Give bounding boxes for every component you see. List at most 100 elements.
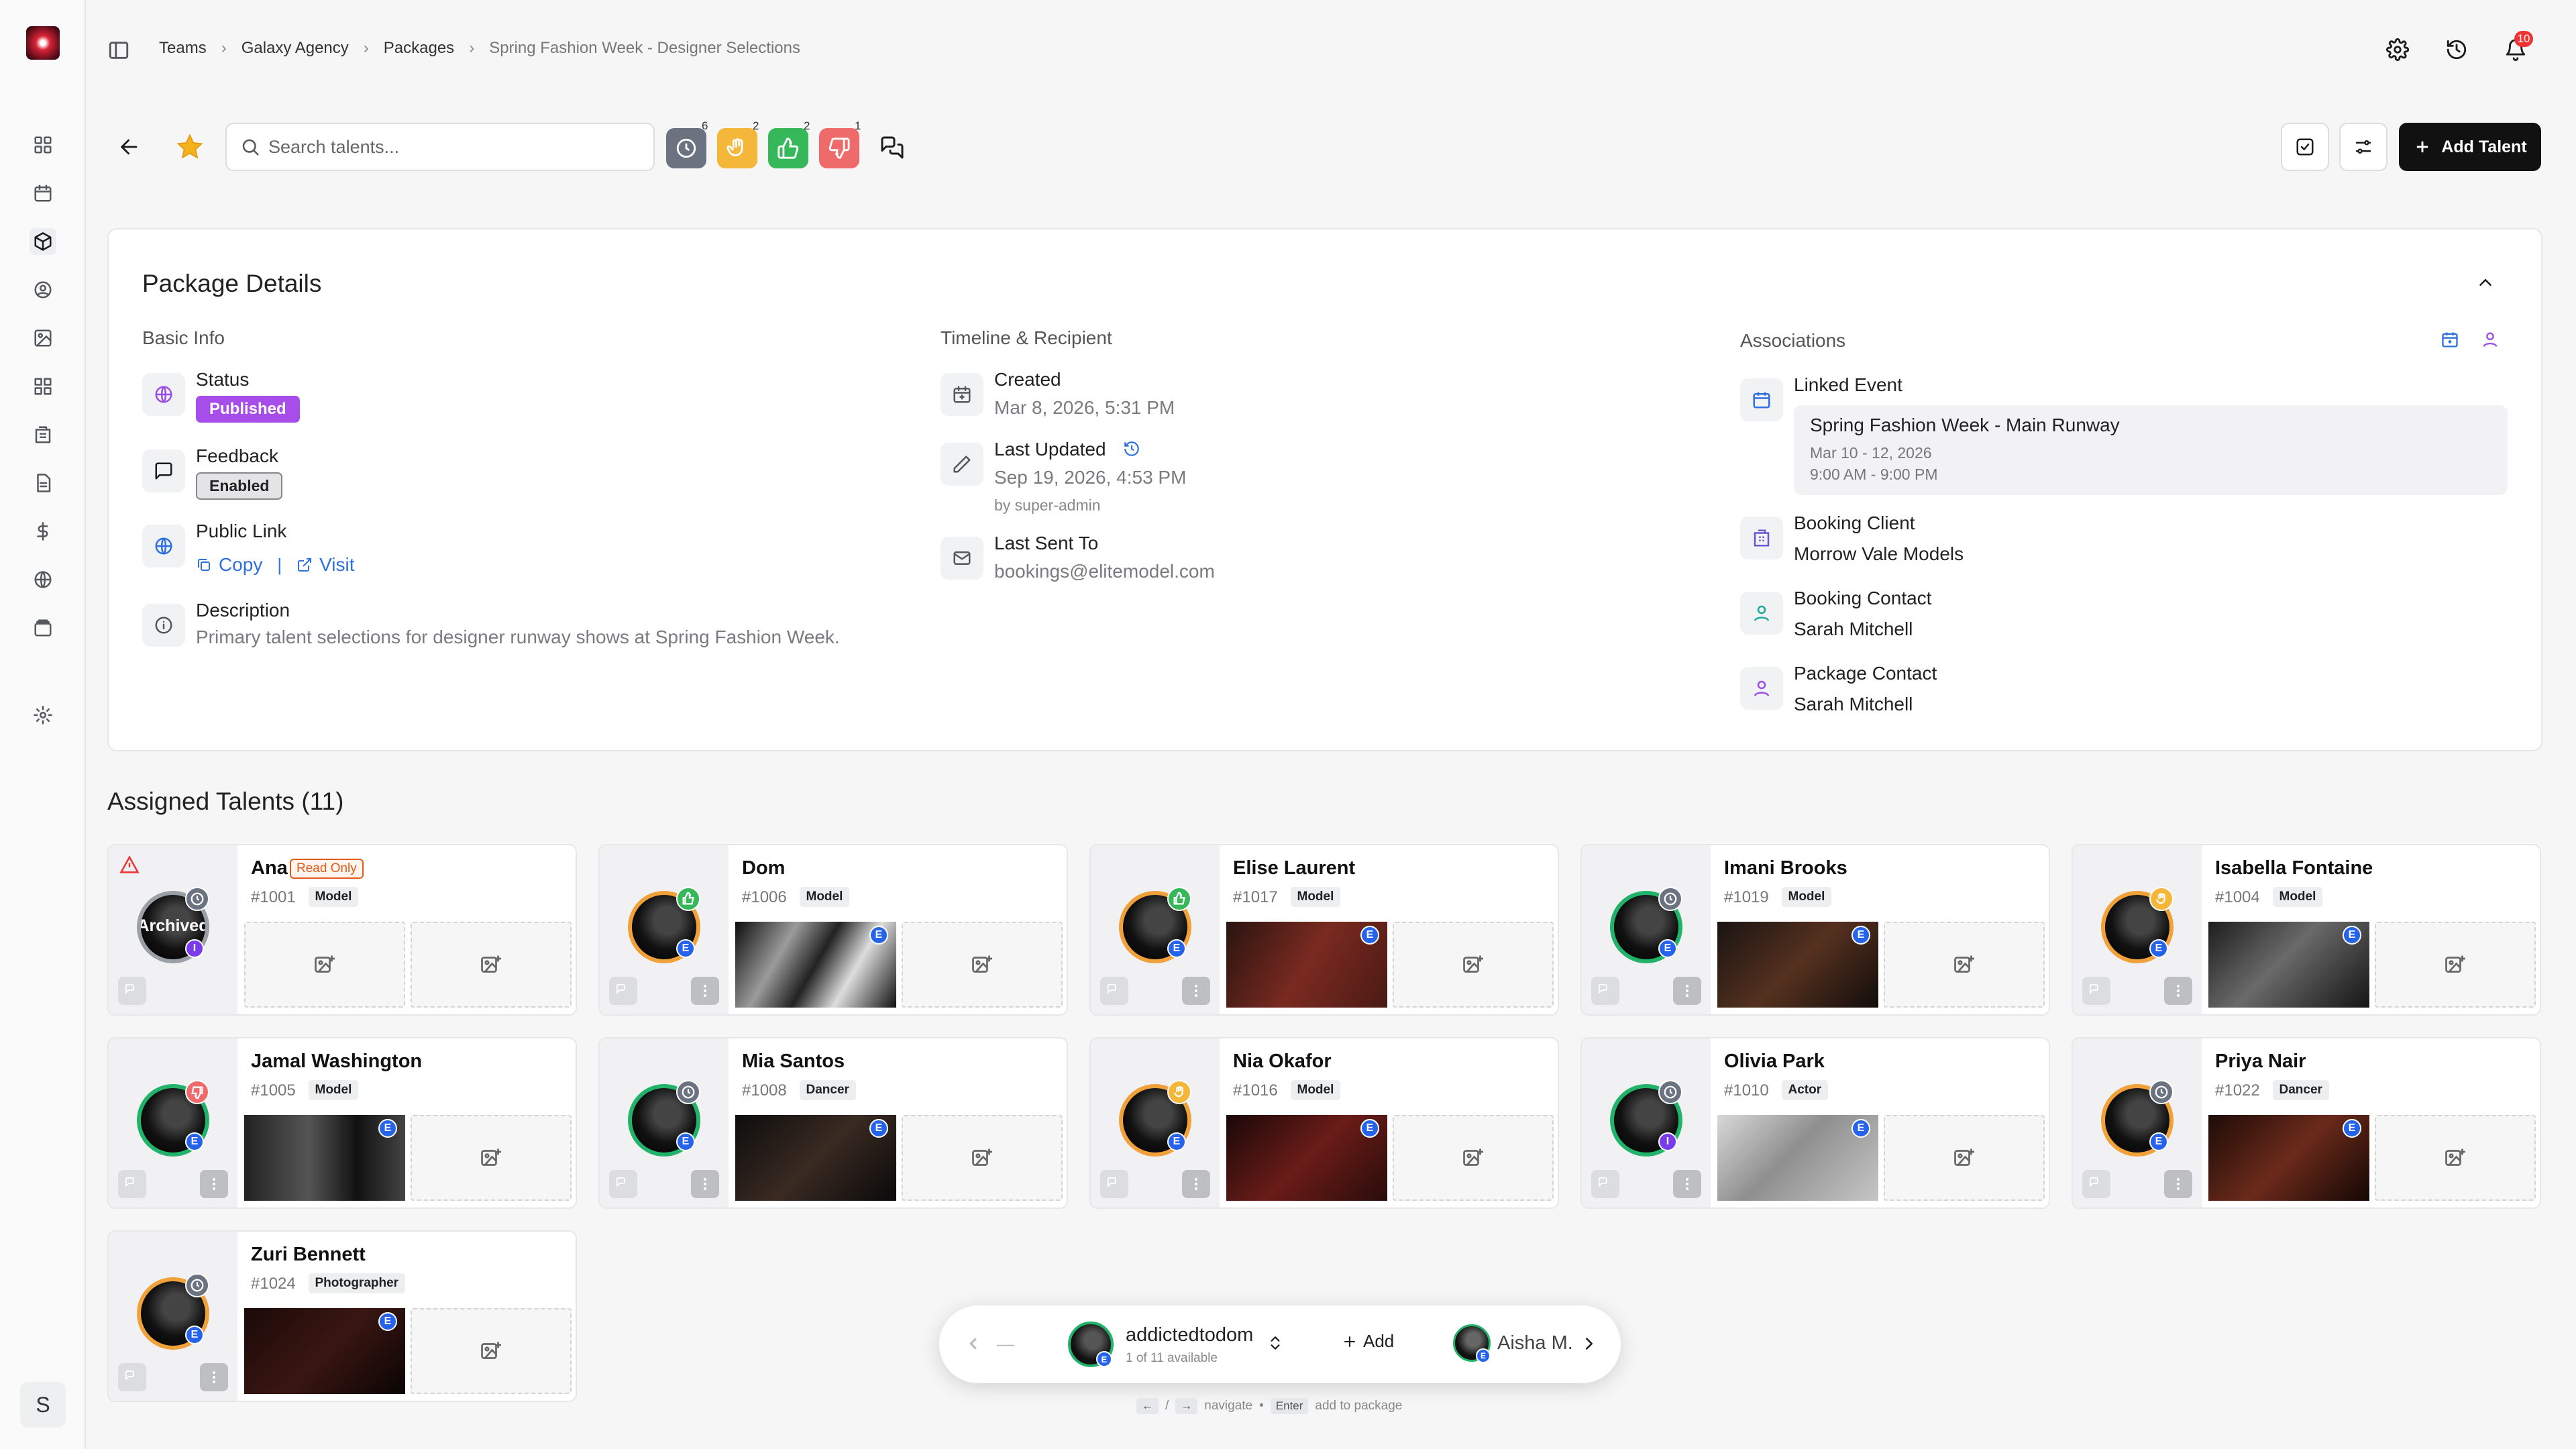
comment-mini-icon[interactable] — [118, 1363, 146, 1391]
talent-name[interactable]: Priya Nair — [2215, 1051, 2306, 1073]
breadcrumb-agency[interactable]: Galaxy Agency — [241, 39, 349, 58]
talent-card[interactable]: E Zuri Bennett #1024 Photographer E — [107, 1230, 577, 1402]
package-icon[interactable] — [30, 228, 56, 255]
add-photo-slot[interactable] — [1884, 922, 2045, 1008]
filter-rejected-button[interactable] — [819, 128, 859, 168]
comment-mini-icon[interactable] — [1100, 1170, 1128, 1198]
comment-mini-icon[interactable] — [118, 1170, 146, 1198]
talent-card[interactable]: Archived I Ana Read Only #1001 Model — [107, 844, 577, 1016]
talent-card[interactable]: E Priya Nair #1022 Dancer E — [2072, 1037, 2541, 1209]
comment-mini-icon[interactable] — [2082, 1170, 2110, 1198]
more-menu-icon[interactable] — [1182, 977, 1210, 1005]
breadcrumb-teams[interactable]: Teams — [159, 39, 207, 58]
add-photo-slot[interactable] — [411, 1115, 572, 1201]
filters-button[interactable] — [2339, 123, 2387, 171]
talent-card[interactable]: E Elise Laurent #1017 Model E — [1089, 844, 1559, 1016]
talent-name[interactable]: Jamal Washington — [251, 1051, 422, 1073]
talent-name[interactable]: Nia Okafor — [1233, 1051, 1332, 1073]
talent-card[interactable]: E Imani Brooks #1019 Model E — [1580, 844, 2050, 1016]
document-icon[interactable] — [30, 470, 56, 496]
comment-mini-icon[interactable] — [2082, 977, 2110, 1005]
chevron-up-down-icon[interactable] — [1267, 1332, 1284, 1354]
media-icon[interactable] — [30, 614, 56, 641]
add-to-package-button[interactable]: Add — [1342, 1331, 1394, 1352]
add-photo-slot[interactable] — [1393, 922, 1554, 1008]
add-talent-button[interactable]: Add Talent — [2399, 123, 2541, 171]
add-photo-slot[interactable] — [1884, 1115, 2045, 1201]
comment-mini-icon[interactable] — [118, 977, 146, 1005]
talent-card[interactable]: E Dom #1006 Model E — [598, 844, 1068, 1016]
talent-card[interactable]: I Olivia Park #1010 Actor E — [1580, 1037, 2050, 1209]
talent-name[interactable]: Dom — [742, 857, 785, 879]
booking-client-value[interactable]: Morrow Vale Models — [1794, 543, 1964, 565]
breadcrumb-packages[interactable]: Packages — [384, 39, 454, 58]
select-all-button[interactable] — [2281, 123, 2329, 171]
booking-contact-value[interactable]: Sarah Mitchell — [1794, 619, 1913, 640]
next-talent-name[interactable]: Aisha M. — [1497, 1332, 1573, 1354]
comment-mini-icon[interactable] — [1100, 977, 1128, 1005]
star-icon[interactable] — [176, 133, 204, 161]
calendar-icon[interactable] — [30, 180, 56, 207]
user-avatar[interactable]: S — [20, 1382, 66, 1428]
chevron-up-icon[interactable] — [2475, 272, 2496, 292]
more-menu-icon[interactable] — [1182, 1170, 1210, 1198]
talent-name[interactable]: Imani Brooks — [1724, 857, 1847, 879]
more-menu-icon[interactable] — [200, 1363, 228, 1391]
comment-mini-icon[interactable] — [609, 1170, 637, 1198]
filter-hold-button[interactable] — [717, 128, 757, 168]
copy-link[interactable]: Copy — [219, 554, 262, 576]
dashboard-icon[interactable] — [30, 131, 56, 158]
visit-link[interactable]: Visit — [319, 554, 354, 576]
chevron-right-icon[interactable] — [1579, 1334, 1599, 1354]
filter-pending-button[interactable] — [666, 128, 706, 168]
grid-icon[interactable] — [30, 373, 56, 400]
talent-name[interactable]: Isabella Fontaine — [2215, 857, 2373, 879]
add-photo-slot[interactable] — [244, 922, 405, 1008]
talent-name[interactable]: Ana — [251, 857, 288, 879]
comment-mini-icon[interactable] — [609, 977, 637, 1005]
dollar-icon[interactable] — [30, 518, 56, 545]
more-menu-icon[interactable] — [1673, 977, 1701, 1005]
more-menu-icon[interactable] — [2164, 1170, 2192, 1198]
filter-approved-button[interactable] — [768, 128, 808, 168]
talent-name[interactable]: Elise Laurent — [1233, 857, 1355, 879]
talent-card[interactable]: E Jamal Washington #1005 Model E — [107, 1037, 577, 1209]
add-photo-slot[interactable] — [902, 922, 1063, 1008]
add-photo-slot[interactable] — [2375, 1115, 2536, 1201]
package-contact-value[interactable]: Sarah Mitchell — [1794, 694, 1913, 715]
more-menu-icon[interactable] — [200, 1170, 228, 1198]
chevron-left-icon[interactable] — [963, 1334, 983, 1354]
add-photo-slot[interactable] — [1393, 1115, 1554, 1201]
talent-name[interactable]: Olivia Park — [1724, 1051, 1825, 1073]
more-menu-icon[interactable] — [691, 1170, 719, 1198]
globe-icon[interactable] — [30, 566, 56, 593]
comments-icon[interactable] — [880, 136, 904, 160]
more-menu-icon[interactable] — [691, 977, 719, 1005]
talent-name[interactable]: Mia Santos — [742, 1051, 845, 1073]
search-input[interactable]: Search talents... — [225, 123, 655, 171]
app-logo[interactable] — [26, 26, 60, 60]
linked-event-card[interactable]: Spring Fashion Week - Main Runway Mar 10… — [1794, 405, 2508, 495]
history-small-icon[interactable] — [1123, 440, 1140, 458]
link-contact-icon[interactable] — [2481, 330, 2500, 349]
talent-card[interactable]: E Isabella Fontaine #1004 Model E — [2072, 844, 2541, 1016]
building-icon[interactable] — [30, 421, 56, 448]
talent-name[interactable]: Zuri Bennett — [251, 1244, 366, 1266]
back-arrow-icon[interactable] — [118, 136, 141, 158]
image-icon[interactable] — [30, 325, 56, 352]
history-icon[interactable] — [2440, 34, 2473, 66]
comment-mini-icon[interactable] — [1591, 1170, 1619, 1198]
add-photo-slot[interactable] — [411, 922, 572, 1008]
add-photo-slot[interactable] — [902, 1115, 1063, 1201]
prev-talent[interactable]: — — [997, 1334, 1014, 1354]
link-event-icon[interactable] — [2440, 330, 2459, 349]
talent-card[interactable]: E Mia Santos #1008 Dancer E — [598, 1037, 1068, 1209]
more-menu-icon[interactable] — [1673, 1170, 1701, 1198]
gear-icon[interactable] — [2381, 34, 2414, 66]
more-menu-icon[interactable] — [2164, 977, 2192, 1005]
talent-card[interactable]: E Nia Okafor #1016 Model E — [1089, 1037, 1559, 1209]
add-photo-slot[interactable] — [411, 1308, 572, 1394]
add-photo-slot[interactable] — [2375, 922, 2536, 1008]
settings-icon[interactable] — [30, 702, 56, 729]
comment-mini-icon[interactable] — [1591, 977, 1619, 1005]
